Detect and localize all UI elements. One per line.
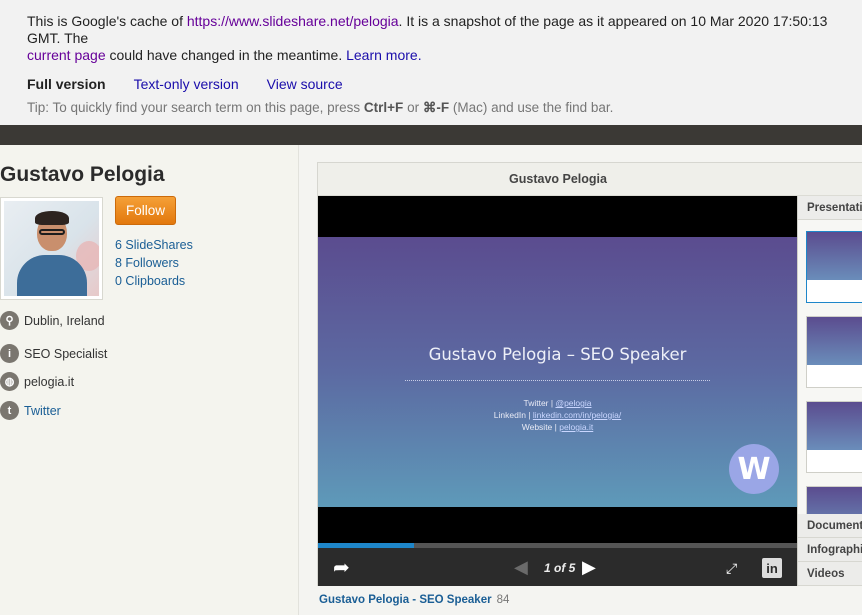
- cache-notice: This is Google's cache of https://www.sl…: [27, 13, 828, 63]
- website-text[interactable]: pelogia.it: [24, 375, 74, 389]
- current-slide: Gustavo Pelogia – SEO Speaker Twitter | …: [318, 237, 797, 507]
- site-header-bar: [0, 125, 862, 145]
- info-icon: i: [0, 344, 19, 363]
- profile-name: Gustavo Pelogia: [0, 163, 165, 186]
- twitter-row: t Twitter: [0, 401, 61, 420]
- followers-count-link[interactable]: 8 Followers: [115, 254, 193, 272]
- presentation-caption: Gustavo Pelogia - SEO Speaker 84: [319, 594, 509, 606]
- avatar[interactable]: [0, 197, 103, 300]
- view-source-link[interactable]: View source: [267, 76, 343, 92]
- occupation-row: i SEO Specialist: [0, 344, 107, 363]
- website-row: ◍ pelogia.it: [0, 372, 74, 391]
- presentation-thumbnail[interactable]: [806, 401, 862, 473]
- profile-stats: 6 SlideShares 8 Followers 0 Clipboards: [115, 236, 193, 290]
- tab-presentations[interactable]: Presentations: [798, 196, 862, 220]
- slide-pager: 1 of 5: [544, 561, 576, 575]
- avatar-photo: [4, 201, 99, 296]
- cache-version-nav: Full version Text-only version View sour…: [27, 76, 862, 92]
- tab-documents[interactable]: Documents: [798, 514, 862, 538]
- cache-tip: Tip: To quickly find your search term on…: [27, 100, 614, 115]
- presentation-thumbnails: [798, 221, 862, 514]
- presentation-thumbnail[interactable]: [806, 231, 862, 303]
- presentation-thumbnail[interactable]: [806, 486, 862, 514]
- current-page-link[interactable]: current page: [27, 47, 106, 63]
- slide-linkedin-link[interactable]: linkedin.com/in/pelogia/: [533, 410, 621, 420]
- slide-logo: W: [729, 444, 779, 494]
- tab-videos[interactable]: Videos: [798, 562, 862, 586]
- profile-sidebar: Gustavo Pelogia Follow 6 SlideShares 8 F…: [0, 145, 299, 615]
- view-count: 84: [496, 594, 510, 606]
- next-slide-icon[interactable]: ▶: [582, 557, 596, 578]
- player-title: Gustavo Pelogia: [318, 163, 798, 196]
- twitter-link[interactable]: Twitter: [24, 404, 61, 418]
- cache-banner: This is Google's cache of https://www.sl…: [0, 0, 862, 125]
- cached-url-link[interactable]: https://www.slideshare.net/pelogia: [187, 13, 399, 29]
- slide-stage[interactable]: Gustavo Pelogia – SEO Speaker Twitter | …: [318, 196, 797, 543]
- learn-more-link[interactable]: Learn more.: [346, 47, 421, 63]
- full-version-label: Full version: [27, 76, 106, 92]
- share-icon[interactable]: ➦: [333, 555, 350, 580]
- slideshares-count-link[interactable]: 6 SlideShares: [115, 236, 193, 254]
- slide-divider: [405, 380, 710, 381]
- slide-player: Gustavo Pelogia Gustavo Pelogia – SEO Sp…: [317, 162, 862, 586]
- slide-contact-lines: Twitter | @pelogia LinkedIn | linkedin.c…: [493, 398, 622, 432]
- location-pin-icon: ⚲: [0, 311, 19, 330]
- clipboards-count-link[interactable]: 0 Clipboards: [115, 272, 193, 290]
- location-row: ⚲ Dublin, Ireland: [0, 311, 105, 330]
- related-sidebar: Presentations Documents Infographics Vid…: [797, 196, 862, 586]
- slide-title: Gustavo Pelogia – SEO Speaker: [428, 345, 687, 364]
- follow-button[interactable]: Follow: [115, 196, 176, 225]
- occupation-text: SEO Specialist: [24, 346, 108, 361]
- text-only-version-link[interactable]: Text-only version: [134, 76, 239, 92]
- presentation-thumbnail[interactable]: [806, 316, 862, 388]
- twitter-icon: t: [0, 401, 19, 420]
- globe-icon: ◍: [0, 372, 19, 391]
- player-controls: ➦ ◀ 1 of 5 ▶ ⤢ in: [318, 548, 797, 586]
- slide-twitter-link[interactable]: @pelogia: [555, 398, 591, 408]
- tab-infographics[interactable]: Infographics: [798, 538, 862, 562]
- presentation-title-link[interactable]: Gustavo Pelogia - SEO Speaker: [319, 594, 492, 606]
- fullscreen-icon[interactable]: ⤢: [726, 560, 737, 577]
- previous-slide-icon[interactable]: ◀: [514, 557, 528, 578]
- slide-website-link[interactable]: pelogia.it: [559, 422, 593, 432]
- location-text: Dublin, Ireland: [24, 313, 105, 328]
- linkedin-icon[interactable]: in: [762, 558, 782, 578]
